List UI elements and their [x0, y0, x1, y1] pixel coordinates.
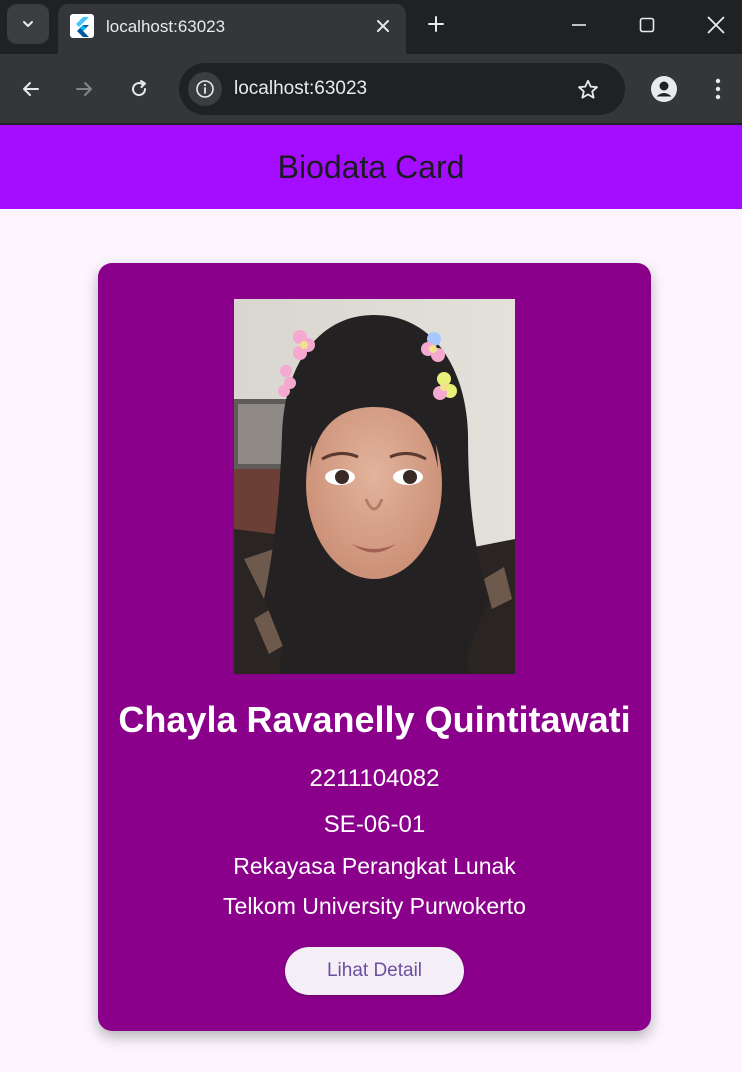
browser-tabstrip: localhost:63023 [0, 0, 742, 54]
student-university: Telkom University Purwokerto [223, 893, 526, 919]
biodata-card: Chayla Ravanelly Quintitawati 2211104082… [98, 263, 651, 1031]
bookmark-button[interactable] [573, 75, 603, 105]
forward-button[interactable] [68, 73, 100, 105]
app-bar: Biodata Card [0, 125, 742, 209]
person-icon [651, 76, 677, 102]
close-icon [377, 20, 389, 32]
browser-menu-button[interactable] [702, 73, 734, 105]
info-icon [196, 80, 214, 98]
window-maximize-button[interactable] [627, 8, 667, 42]
plus-icon [428, 16, 444, 32]
url-text: localhost:63023 [234, 78, 368, 99]
profile-button[interactable] [648, 73, 680, 105]
window-close-button[interactable] [696, 8, 736, 42]
student-major: Rekayasa Perangkat Lunak [233, 853, 516, 879]
tab-title: localhost:63023 [106, 17, 226, 36]
tab-close-button[interactable] [371, 14, 395, 38]
new-tab-button[interactable] [422, 10, 450, 38]
tab-search-button[interactable] [7, 4, 49, 44]
flutter-icon [70, 14, 94, 38]
maximize-icon [639, 17, 655, 33]
close-icon [707, 16, 725, 34]
chevron-down-icon [23, 21, 33, 27]
student-name: Chayla Ravanelly Quintitawati [118, 699, 631, 740]
student-class: SE-06-01 [323, 811, 426, 838]
star-icon [578, 79, 598, 99]
arrow-right-icon [76, 82, 92, 96]
view-detail-button[interactable]: Lihat Detail [285, 947, 464, 995]
site-info-button[interactable] [188, 72, 222, 106]
student-nim: 2211104082 [309, 765, 440, 792]
profile-photo [234, 299, 515, 674]
address-bar[interactable]: localhost:63023 [179, 63, 625, 115]
more-vertical-icon [715, 78, 721, 100]
reload-icon [132, 80, 147, 97]
app-bar-title: Biodata Card [277, 148, 465, 185]
window-minimize-button[interactable] [559, 8, 599, 42]
back-button[interactable] [15, 73, 47, 105]
browser-tab[interactable]: localhost:63023 [58, 4, 406, 54]
browser-toolbar: localhost:63023 [0, 54, 742, 124]
arrow-left-icon [23, 82, 39, 96]
minimize-icon [572, 24, 586, 26]
reload-button[interactable] [123, 73, 155, 105]
